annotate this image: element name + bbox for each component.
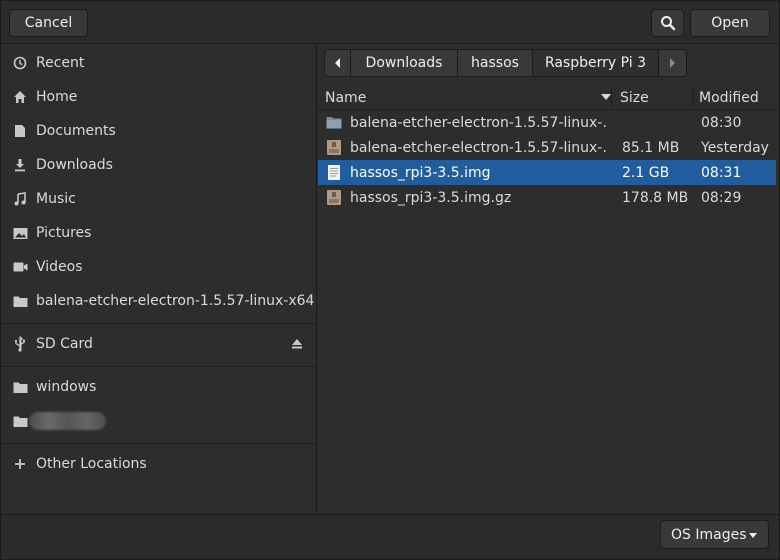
sidebar-item-documents[interactable]: Documents (1, 114, 316, 148)
archive-icon (327, 140, 341, 155)
folder-icon (11, 292, 29, 310)
sidebar-item-home[interactable]: Home (1, 80, 316, 114)
sidebar-item-label: Downloads (36, 157, 113, 173)
sidebar-item-balena-etcher[interactable]: balena-etcher-electron-1.5.57-linux-x64 (1, 284, 316, 318)
folder-icon (326, 117, 342, 129)
video-icon (11, 258, 29, 276)
file-name: balena-etcher-electron-1.5.57-linux-… (350, 139, 608, 156)
picture-icon (11, 224, 29, 242)
sidebar-item-label: windows (36, 379, 97, 395)
text-file-icon (328, 165, 340, 180)
sidebar-item-sd-card[interactable]: SD Card (1, 327, 316, 361)
sidebar-item-music[interactable]: Music (1, 182, 316, 216)
sidebar-item-label: Videos (36, 259, 83, 275)
cancel-button[interactable]: Cancel (9, 9, 88, 37)
file-modified: 08:31 (701, 164, 742, 181)
sidebar-item-redacted[interactable] (1, 404, 316, 438)
usb-icon (11, 335, 29, 353)
sidebar-item-windows[interactable]: windows (1, 370, 316, 404)
file-modified: 08:29 (701, 189, 742, 206)
sidebar-separator (1, 323, 316, 324)
file-name: balena-etcher-electron-1.5.57-linux-… (350, 114, 608, 131)
sidebar-item-downloads[interactable]: Downloads (1, 148, 316, 182)
sidebar-item-other-locations[interactable]: Other Locations (1, 447, 316, 481)
sort-descending-icon (601, 94, 611, 100)
path-segment-raspberry-pi-3[interactable]: Raspberry Pi 3 (533, 50, 659, 76)
sidebar-item-label: Pictures (36, 225, 92, 241)
path-segment-hassos[interactable]: hassos (458, 50, 533, 76)
sidebar-item-label: Music (36, 191, 76, 207)
file-modified: 08:30 (701, 114, 742, 131)
path-forward-button[interactable] (659, 50, 685, 76)
download-icon (11, 156, 29, 174)
folder-icon (11, 378, 29, 396)
sidebar-item-label: Recent (36, 55, 85, 71)
sidebar-item-videos[interactable]: Videos (1, 250, 316, 284)
file-name: hassos_rpi3-3.5.img.gz (350, 189, 512, 206)
file-name: hassos_rpi3-3.5.img (350, 164, 491, 181)
redacted-label (29, 412, 106, 430)
eject-icon[interactable] (289, 336, 305, 352)
file-modified: Yesterday (701, 139, 769, 156)
file-size: 85.1 MB (622, 139, 680, 156)
music-icon (11, 190, 29, 208)
archive-icon (327, 190, 341, 205)
file-filter-dropdown[interactable]: OS Images (660, 520, 769, 549)
file-row-selected[interactable]: hassos_rpi3-3.5.img 2.1 GB 08:31 (318, 160, 776, 185)
action-bar: OS Images (1, 514, 779, 559)
sidebar-item-label: balena-etcher-electron-1.5.57-linux-x64 (36, 293, 315, 309)
column-header-size[interactable]: Size (620, 85, 692, 110)
home-icon (11, 88, 29, 106)
column-divider (693, 88, 694, 107)
document-icon (11, 122, 29, 140)
path-back-button[interactable] (325, 50, 351, 76)
column-header-modified[interactable]: Modified (699, 85, 779, 110)
sidebar-separator (1, 366, 316, 367)
file-size (622, 110, 692, 135)
chevron-down-icon (749, 533, 757, 538)
open-button[interactable]: Open (690, 9, 770, 37)
file-list: Name Size Modified balena-etcher-electro… (318, 85, 779, 514)
column-modified-label: Modified (699, 89, 759, 106)
file-filter-label: OS Images (671, 526, 747, 543)
file-row[interactable]: balena-etcher-electron-1.5.57-linux-… 85… (318, 135, 776, 160)
sidebar-item-label: Home (36, 89, 78, 105)
search-button[interactable] (651, 9, 684, 37)
sidebar-item-label: Documents (36, 123, 116, 139)
sidebar-item-label: SD Card (36, 336, 93, 352)
header-bar: Cancel Open (1, 1, 779, 44)
column-size-label: Size (620, 89, 649, 106)
sidebar-item-label: Other Locations (36, 456, 147, 472)
column-name-label: Name (325, 89, 367, 106)
column-header-name[interactable]: Name (325, 85, 611, 110)
plus-icon (11, 455, 29, 473)
chevron-left-icon (334, 58, 340, 68)
column-divider (611, 88, 612, 107)
places-sidebar: Recent Home Documents Downloads Music Pi… (1, 44, 317, 514)
sidebar-separator (1, 443, 316, 444)
clock-icon (11, 54, 29, 72)
file-chooser-dialog: Cancel Open Recent Home Documents Downlo… (0, 0, 780, 560)
file-size: 178.8 MB (622, 189, 689, 206)
sidebar-item-pictures[interactable]: Pictures (1, 216, 316, 250)
chevron-right-icon (670, 58, 675, 68)
file-row[interactable]: balena-etcher-electron-1.5.57-linux-… 08… (318, 110, 776, 135)
search-icon (660, 16, 675, 31)
folder-icon (11, 412, 29, 430)
file-size: 2.1 GB (622, 164, 670, 181)
file-list-header: Name Size Modified (318, 85, 779, 110)
path-bar: Downloads hassos Raspberry Pi 3 (324, 49, 687, 77)
sidebar-item-recent[interactable]: Recent (1, 46, 316, 80)
file-row[interactable]: hassos_rpi3-3.5.img.gz 178.8 MB 08:29 (318, 185, 776, 210)
path-segment-downloads[interactable]: Downloads (351, 50, 458, 76)
